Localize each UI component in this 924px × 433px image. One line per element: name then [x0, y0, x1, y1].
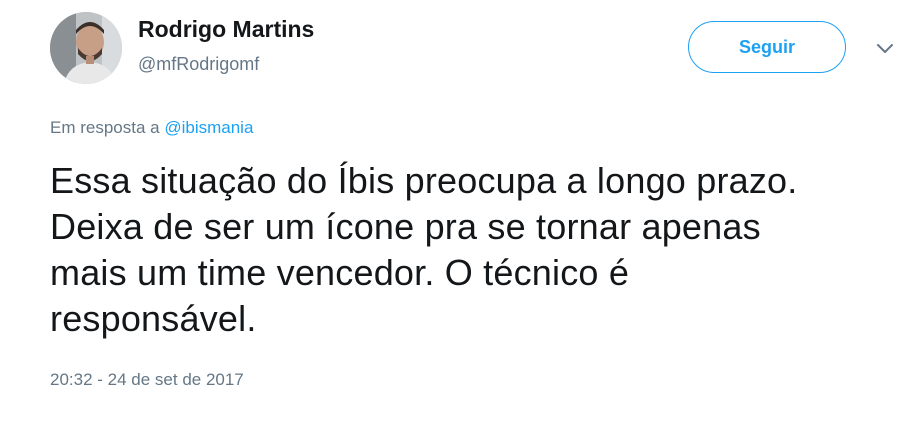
tweet-text-line: Deixa de ser um ícone pra se tornar apen…	[50, 206, 761, 247]
tweet-timestamp[interactable]: 20:32 - 24 de set de 2017	[50, 370, 244, 390]
tweet-text: Essa situação do Íbis preocupa a longo p…	[50, 158, 900, 342]
tweet-text-line: Essa situação do Íbis preocupa a longo p…	[50, 160, 798, 201]
avatar[interactable]	[50, 12, 122, 84]
reply-context: Em resposta a @ibismania	[50, 118, 253, 138]
reply-prefix: Em resposta a	[50, 118, 165, 137]
tweet-card: Rodrigo Martins @mfRodrigomf Seguir Em r…	[0, 0, 924, 433]
tweet-text-line: mais um time vencedor. O técnico é	[50, 252, 630, 293]
follow-button[interactable]: Seguir	[688, 21, 846, 73]
more-options-button[interactable]	[874, 38, 896, 60]
avatar-image	[50, 12, 122, 84]
user-handle[interactable]: @mfRodrigomf	[138, 54, 259, 75]
reply-mention-link[interactable]: @ibismania	[164, 118, 253, 137]
tweet-text-line: responsável.	[50, 298, 257, 339]
chevron-down-icon	[877, 44, 893, 53]
display-name[interactable]: Rodrigo Martins	[138, 16, 314, 43]
